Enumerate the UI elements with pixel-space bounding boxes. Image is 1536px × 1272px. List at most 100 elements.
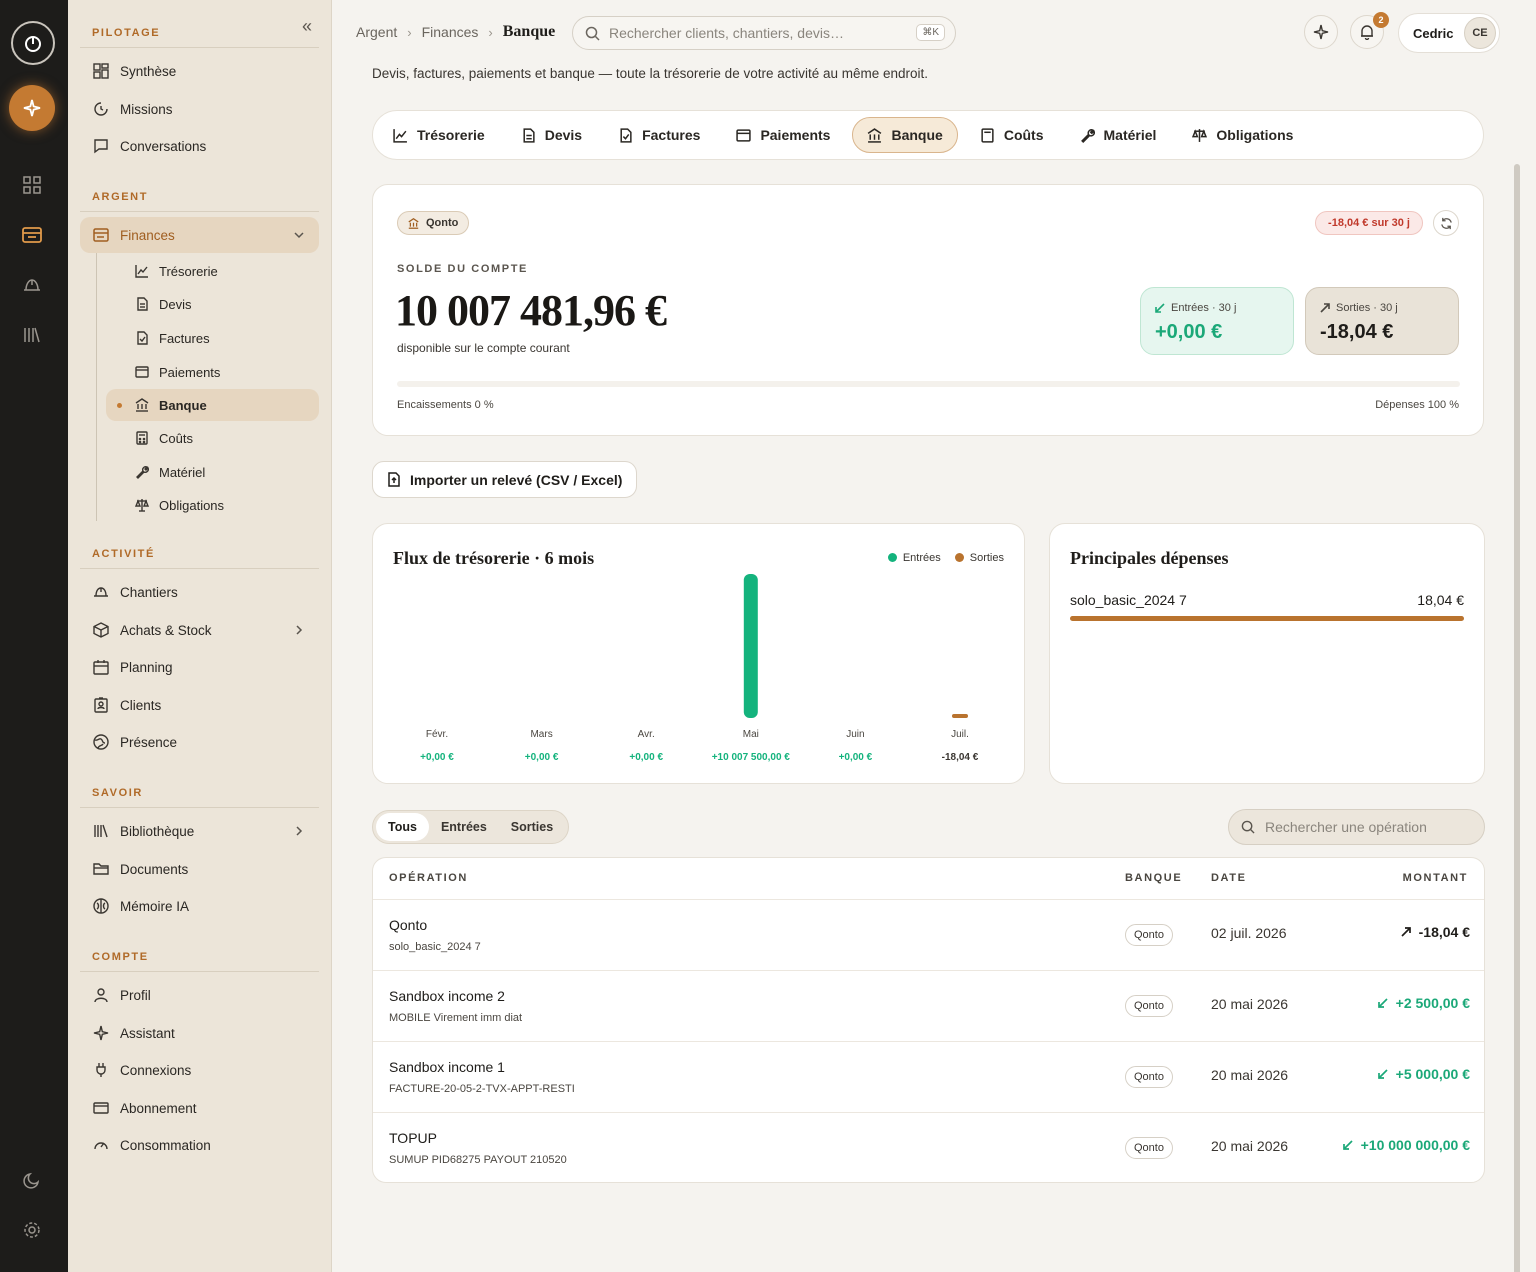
income-label: Entrées · 30 j: [1171, 302, 1237, 314]
calculator-icon: [134, 430, 150, 446]
refresh-button[interactable]: [1433, 210, 1459, 236]
expense-value: -18,04 €: [1320, 321, 1394, 343]
sidebar-item-memoire-ia[interactable]: Mémoire IA: [80, 888, 319, 924]
filter-sorties[interactable]: Sorties: [499, 813, 565, 841]
sidebar-item-presence[interactable]: Présence: [80, 724, 319, 760]
tab-banque[interactable]: Banque: [852, 117, 958, 153]
tab-label: Devis: [544, 127, 583, 143]
balance-label: SOLDE DU COMPTE: [397, 263, 528, 275]
amount-value: +5 000,00 €: [1395, 1066, 1470, 1082]
breadcrumb-argent[interactable]: Argent: [356, 24, 397, 40]
bar-sorties-5: [952, 714, 968, 718]
filter-entrees[interactable]: Entrées: [429, 813, 499, 841]
assistant-sparkle-icon[interactable]: [9, 85, 55, 131]
scales-icon: [1192, 128, 1208, 143]
gauge-icon: [92, 1136, 110, 1154]
cashflow-chart: Févr. +0,00 € Mars +0,00 € Avr. +0,00 € Mai +10…: [420, 574, 979, 763]
sidebar-item-abonnement[interactable]: Abonnement: [80, 1090, 319, 1126]
app-logo-icon[interactable]: [11, 21, 55, 65]
library-books-icon[interactable]: [10, 313, 54, 357]
sidebar-item-achats-stock[interactable]: Achats & Stock: [80, 612, 319, 648]
tab-materiel[interactable]: Matériel: [1066, 117, 1171, 153]
table-row[interactable]: Qonto solo_basic_2024 7 Qonto 02 juil. 2…: [373, 899, 1484, 970]
tab-paiements[interactable]: Paiements: [722, 117, 844, 153]
arrow-down-left-icon: [1377, 998, 1388, 1008]
tab-tresorerie[interactable]: Trésorerie: [379, 117, 499, 153]
user-icon: [92, 986, 110, 1004]
bank-icon: [134, 397, 150, 413]
sidebar-item-devis[interactable]: Devis: [106, 288, 319, 320]
tab-label: Trésorerie: [417, 127, 485, 143]
folder-icon: [92, 860, 110, 878]
missions-clock-icon: [92, 100, 110, 118]
sidebar-item-bibliotheque[interactable]: Bibliothèque: [80, 813, 319, 849]
wallet-icon: [92, 226, 110, 244]
sidebar-item-profil[interactable]: Profil: [80, 977, 319, 1013]
sidebar-item-clients[interactable]: Clients: [80, 687, 319, 723]
sidebar-item-consommation[interactable]: Consommation: [80, 1127, 319, 1163]
sidebar-item-connexions[interactable]: Connexions: [80, 1052, 319, 1088]
operation-date: 02 juil. 2026: [1211, 925, 1287, 941]
operation-reference: MOBILE Virement imm diat: [389, 1012, 523, 1024]
plug-icon: [92, 1061, 110, 1079]
sidebar-item-assistant[interactable]: Assistant: [80, 1015, 319, 1051]
account-card: Qonto -18,04 € sur 30 j SOLDE DU COMPTE …: [372, 184, 1484, 436]
sidebar-item-synthese[interactable]: Synthèse: [80, 53, 319, 89]
sidebar-item-paiements[interactable]: Paiements: [106, 356, 319, 388]
operation-title: Qonto: [389, 917, 428, 933]
sidebar-item-label: Connexions: [120, 1062, 192, 1078]
data-label: +0,00 €: [420, 752, 454, 763]
sidebar-item-label: Profil: [120, 987, 151, 1003]
arrow-down-left-icon: [1155, 303, 1165, 313]
filter-tous[interactable]: Tous: [376, 813, 429, 841]
sidebar-item-factures[interactable]: Factures: [106, 322, 319, 354]
tab-couts[interactable]: Coûts: [966, 117, 1058, 153]
import-statement-button[interactable]: Importer un relevé (CSV / Excel): [372, 461, 638, 498]
user-menu[interactable]: Cedric CE: [1398, 13, 1500, 53]
tab-label: Banque: [891, 127, 943, 143]
refresh-icon: [1440, 217, 1453, 230]
sidebar-item-obligations[interactable]: Obligations: [106, 489, 319, 521]
sidebar-item-missions[interactable]: Missions: [80, 91, 319, 127]
dashboard-grid-icon[interactable]: [10, 163, 54, 207]
document-icon: [134, 296, 150, 312]
search-icon: [585, 26, 600, 41]
x-tick-label: Mars: [530, 729, 552, 740]
sidebar-item-couts[interactable]: Coûts: [106, 422, 319, 454]
sidebar-item-materiel[interactable]: Matériel: [106, 456, 319, 488]
column-header-montant: MONTANT: [1402, 872, 1468, 884]
page-scrollbar[interactable]: [1514, 164, 1520, 1272]
collapse-sidebar-icon[interactable]: «: [302, 16, 312, 37]
finances-wallet-icon[interactable]: [10, 213, 54, 257]
table-row[interactable]: Sandbox income 2 MOBILE Virement imm dia…: [373, 970, 1484, 1041]
tab-devis[interactable]: Devis: [507, 117, 596, 153]
settings-gear-icon[interactable]: [10, 1208, 54, 1252]
worksite-helmet-icon[interactable]: [10, 263, 54, 307]
sidebar-item-conversations[interactable]: Conversations: [80, 128, 319, 164]
x-tick-label: Mai: [743, 729, 759, 740]
sidebar-item-finances[interactable]: Finances: [80, 217, 319, 253]
tab-obligations[interactable]: Obligations: [1178, 117, 1307, 153]
data-label: +0,00 €: [629, 752, 663, 763]
sidebar-item-tresorerie[interactable]: Trésorerie: [106, 255, 319, 287]
table-row[interactable]: TOPUP SUMUP PID68275 PAYOUT 210520 Qonto…: [373, 1112, 1484, 1182]
dark-mode-moon-icon[interactable]: [10, 1158, 54, 1202]
wrench-icon: [134, 464, 150, 480]
sidebar-item-chantiers[interactable]: Chantiers: [80, 574, 319, 610]
tab-factures[interactable]: Factures: [604, 117, 714, 153]
table-row[interactable]: Sandbox income 1 FACTURE-20-05-2-TVX-APP…: [373, 1041, 1484, 1112]
section-title-activite: ACTIVITÉ: [92, 548, 155, 560]
divider: [80, 971, 319, 972]
breadcrumb-finances[interactable]: Finances: [422, 24, 479, 40]
sidebar-item-banque[interactable]: Banque: [106, 389, 319, 421]
breadcrumb-banque: Banque: [502, 23, 556, 40]
invoice-icon: [134, 330, 150, 346]
global-search-input[interactable]: Rechercher clients, chantiers, devis… ⌘K: [572, 16, 956, 50]
operation-search-input[interactable]: Rechercher une opération: [1228, 809, 1485, 845]
sidebar-item-documents[interactable]: Documents: [80, 851, 319, 887]
ai-sparkle-button[interactable]: [1304, 15, 1338, 49]
sidebar-item-planning[interactable]: Planning: [80, 649, 319, 685]
divider: [80, 568, 319, 569]
notifications-button[interactable]: 2: [1350, 12, 1389, 49]
library-icon: [92, 822, 110, 840]
